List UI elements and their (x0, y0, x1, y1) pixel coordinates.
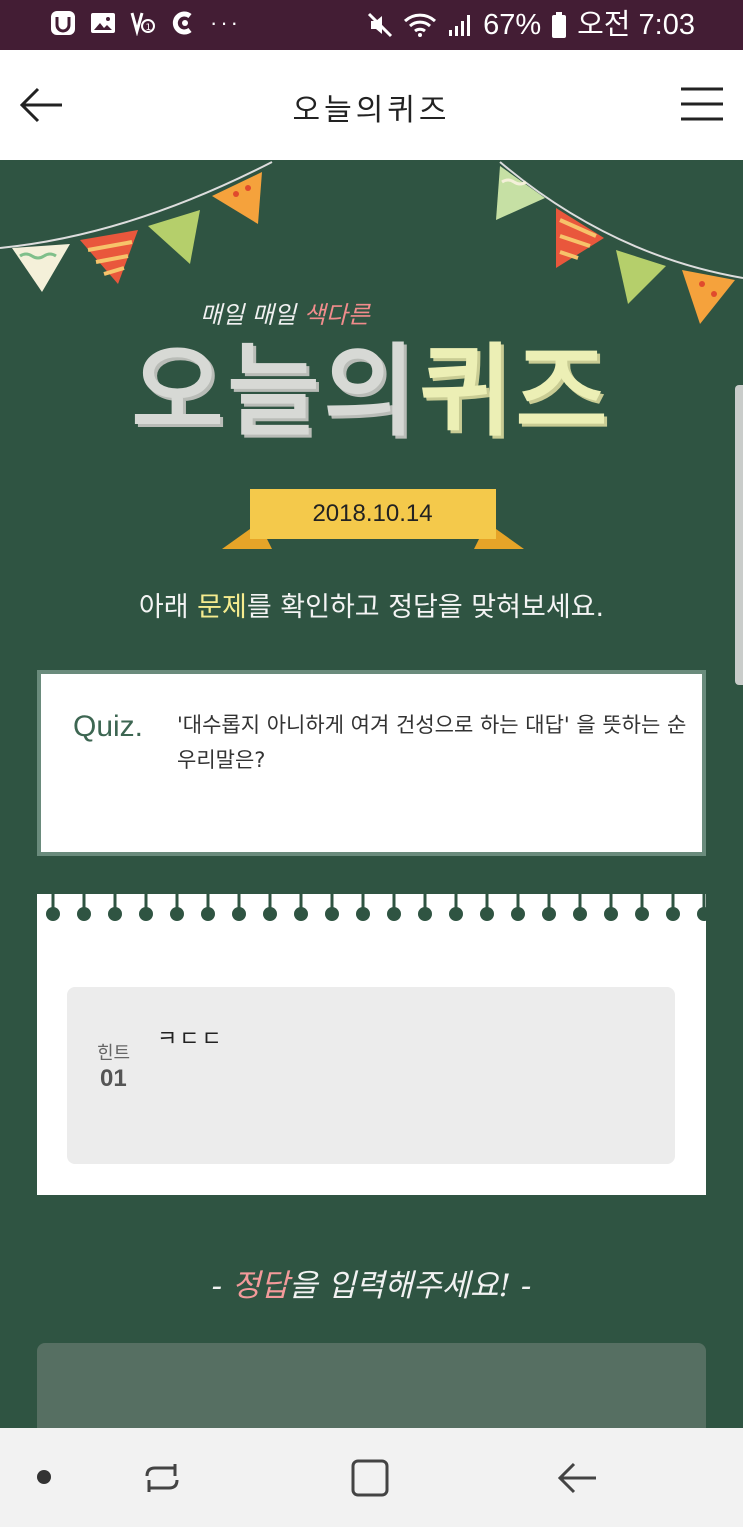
quiz-question: '대수롭지 아니하게 여겨 건성으로 하는 대답' 을 뜻하는 순우리말은? (177, 713, 687, 772)
binder-ring-hole (418, 907, 432, 921)
binder-ring-hole (232, 907, 246, 921)
binder-ring-hole (77, 907, 91, 921)
app-u-icon (50, 10, 76, 36)
answer-input[interactable] (37, 1343, 706, 1428)
hint-text: ㅋㄷㄷ (157, 1027, 224, 1052)
answer-prefix: - (211, 1268, 232, 1304)
voice-icon: 1 (130, 10, 156, 36)
hero-title-part2: 퀴즈 (419, 333, 612, 450)
quiz-label: Quiz. (73, 710, 144, 743)
home-icon[interactable] (350, 1458, 390, 1498)
app-header: 오늘의퀴즈 (0, 50, 743, 160)
binder-ring-hole (201, 907, 215, 921)
battery-percent: 67% (483, 9, 542, 41)
status-icons-left: 1 ··· (50, 10, 241, 36)
binder-ring-hole (387, 907, 401, 921)
hero-title-part1: 오늘의 (131, 333, 420, 450)
instruction-text: 아래 문제를 확인하고 정답을 맞혀보세요. (0, 585, 743, 624)
binder-ring-hole (46, 907, 60, 921)
battery-icon (552, 12, 567, 38)
binder-ring-hole (573, 907, 587, 921)
instruction-prefix: 아래 (138, 592, 198, 623)
status-time: 오전 7:03 (577, 9, 695, 41)
status-icons-right: 67% 오전 7:03 (367, 8, 695, 42)
binder-ring-hole (294, 907, 308, 921)
binder-ring-hole (480, 907, 494, 921)
binder-ring-hole (108, 907, 122, 921)
instruction-suffix: 를 확인하고 정답을 맞혀보세요. (246, 592, 605, 623)
menu-button[interactable] (681, 86, 723, 122)
quiz-date: 2018.10.14 (312, 500, 433, 527)
binder-ring-hole (666, 907, 680, 921)
status-bar: 1 ··· 67% 오전 7:03 (0, 0, 743, 50)
quiz-board: 매일 매일 색다른 오늘의퀴즈 2018.10.14 아래 문제를 확인하고 정… (0, 160, 743, 1428)
mic-icon (170, 10, 196, 36)
instruction-highlight: 문제 (197, 592, 247, 623)
wifi-icon (404, 13, 437, 37)
binder-ring-hole (356, 907, 370, 921)
hero-title: 오늘의퀴즈 (0, 310, 743, 455)
svg-text:1: 1 (146, 23, 152, 33)
recents-icon[interactable] (141, 1458, 183, 1498)
answer-suffix: 을 입력해주세요! - (289, 1268, 532, 1304)
dot-icon[interactable] (37, 1470, 51, 1484)
hint-card: 힌트 01 ㅋㄷㄷ (37, 894, 706, 1195)
back-icon[interactable] (556, 1458, 598, 1498)
more-notifications: ··· (210, 10, 241, 35)
hint-label: 힌트 (97, 1043, 131, 1064)
page-title: 오늘의퀴즈 (292, 93, 451, 128)
binder-ring-hole (170, 907, 184, 921)
answer-highlight: 정답 (232, 1268, 290, 1304)
binder-rings (46, 894, 706, 921)
binder-ring-hole (542, 907, 556, 921)
signal-icon (449, 15, 471, 36)
system-nav-bar (0, 1428, 743, 1527)
hamburger-icon (681, 87, 723, 121)
binder-ring-hole (604, 907, 618, 921)
answer-prompt: - 정답을 입력해주세요! - (0, 1260, 743, 1305)
mute-icon (368, 12, 393, 38)
binder-ring-hole (325, 907, 339, 921)
hint-item: 힌트 01 ㅋㄷㄷ (67, 987, 675, 1164)
binder-ring-hole (511, 907, 525, 921)
binder-ring-hole (263, 907, 277, 921)
quiz-question-box: Quiz. '대수롭지 아니하게 여겨 건성으로 하는 대답' 을 뜻하는 순우… (37, 670, 706, 856)
binder-ring-hole (139, 907, 153, 921)
binder-ring-hole (449, 907, 463, 921)
hint-number: 01 (100, 1065, 127, 1092)
binder-ring-hole (635, 907, 649, 921)
image-icon (90, 10, 116, 36)
binder-ring-hole (697, 907, 706, 921)
